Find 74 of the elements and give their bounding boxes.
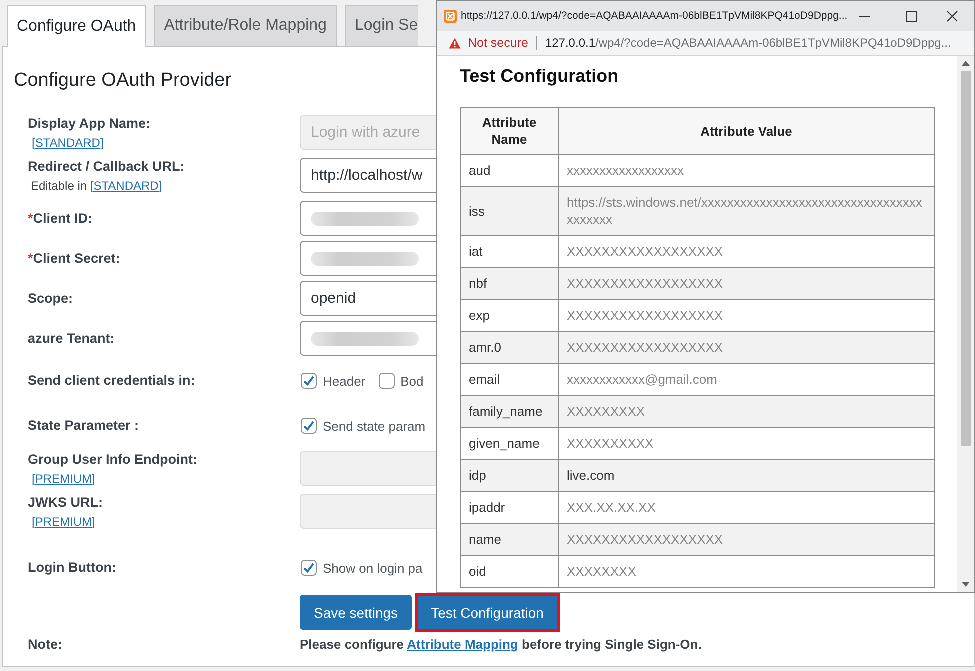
tab[interactable]: Attribute/Role Mapping — [154, 5, 337, 46]
note-label: Note: — [28, 636, 62, 654]
checkbox[interactable] — [301, 373, 317, 389]
attribute-name-cell: name — [460, 524, 558, 556]
attribute-name-cell: oid — [460, 556, 558, 588]
input-field[interactable]: openid — [300, 281, 436, 316]
close-icon[interactable] — [947, 10, 958, 22]
attribute-name-cell: nbf — [460, 268, 558, 300]
field-label: azure Tenant: — [28, 330, 115, 348]
attribute-mapping-link[interactable]: Attribute Mapping — [407, 637, 518, 652]
field-label: State Parameter : — [28, 417, 140, 435]
checkbox-label: Header — [323, 374, 366, 388]
attribute-value-cell: XXXXXXXX — [558, 556, 934, 588]
attribute-name-cell: family_name — [460, 396, 558, 428]
attribute-name-cell: ipaddr — [460, 492, 558, 524]
attribute-name-cell: amr.0 — [460, 332, 558, 364]
field-label: Display App Name: — [28, 115, 151, 133]
tab[interactable]: Login Se — [344, 5, 418, 46]
scroll-down-icon[interactable] — [962, 582, 970, 587]
checkbox-label: Bod — [400, 374, 424, 388]
attribute-value-cell: xxxxxxxxxxxx@gmail.com — [558, 364, 934, 396]
tab[interactable]: Configure OAuth — [7, 5, 146, 47]
maximize-icon[interactable] — [906, 10, 917, 22]
field-label: JWKS URL: — [28, 494, 103, 512]
warning-icon — [449, 38, 461, 48]
checkbox[interactable] — [301, 418, 317, 434]
input-field[interactable] — [300, 321, 436, 356]
address-field[interactable]: 127.0.0.1/wp4/?code=AQABAAIAAAAm-06blBE1TpVMil8KPQ41oD9Dppg... — [545, 36, 952, 50]
attribute-name-cell: iat — [460, 236, 558, 268]
attribute-value-cell: XXX.XX.XX.XX — [558, 492, 934, 524]
note-text: Please configure Attribute Mapping before trying Single Sign-On. — [300, 636, 702, 654]
attribute-value-cell: XXXXXXXXXXXXXXXXXX — [558, 300, 934, 332]
field-label: Redirect / Callback URL: — [28, 158, 185, 176]
popup-heading: Test Configuration — [460, 65, 620, 87]
security-status: Not secure — [468, 36, 528, 50]
attribute-value-cell: XXXXXXXXXXXXXXXXXX — [558, 236, 934, 268]
attribute-value-cell: xxxxxxxxxxxxxxxxxx — [558, 154, 934, 186]
input-field[interactable]: http://localhost/w — [300, 158, 436, 193]
checkbox[interactable] — [378, 373, 395, 389]
checkbox-label: Show on login pa — [323, 560, 423, 576]
checkbox-label: Send state param — [323, 418, 426, 434]
column-header: Attribute Name — [460, 108, 558, 154]
attribute-value-cell: XXXXXXXXXXXXXXXXXX — [558, 268, 934, 300]
attribute-name-cell: email — [460, 364, 558, 396]
checkbox[interactable] — [301, 560, 317, 576]
action-button[interactable]: Test Configuration — [415, 593, 560, 632]
window-title: https://127.0.0.1/wp4/?code=AQABAAIAAAAm-06blBE1TpVMil8KPQ41oD9Dppg... — [461, 10, 848, 22]
attribute-name-cell: iss — [460, 186, 558, 236]
plan-link[interactable]: [STANDARD] — [90, 179, 162, 193]
panel-title: Configure OAuth Provider — [14, 69, 233, 93]
attribute-value-cell: live.com — [558, 460, 934, 492]
attribute-name-cell: exp — [460, 300, 558, 332]
site-icon — [444, 10, 457, 22]
attribute-name-cell: given_name — [460, 428, 558, 460]
field-label: *Client ID: — [28, 210, 93, 228]
scroll-up-icon[interactable] — [962, 61, 970, 66]
input-field[interactable] — [300, 201, 436, 236]
column-header: Attribute Value — [558, 108, 934, 154]
attribute-name-cell: aud — [460, 154, 558, 186]
attribute-value-cell: XXXXXXXXXXXXXXXXXX — [558, 332, 934, 364]
field-label: Scope: — [28, 290, 74, 308]
field-label: Send client credentials in: — [28, 372, 196, 390]
field-label: *Client Secret: — [28, 250, 120, 268]
attribute-value-cell: XXXXXXXXXXXXXXXXXX — [558, 524, 934, 556]
attribute-name-cell: idp — [460, 460, 558, 492]
field-label: Group User Info Endpoint: — [28, 451, 198, 469]
field-label: Login Button: — [28, 559, 116, 577]
attribute-value-cell: XXXXXXXXX — [558, 396, 934, 428]
attribute-value-cell: https://sts.windows.net/xxxxxxxxxxxxxxxxxxxxxxxxxxxxxxxxxxxxxxxxx — [558, 186, 934, 236]
input-field[interactable] — [300, 241, 436, 276]
action-button[interactable]: Save settings — [300, 595, 412, 630]
attribute-value-cell: XXXXXXXXXX — [558, 428, 934, 460]
scrollbar-thumb[interactable] — [960, 71, 970, 446]
field-note: Editable in [STANDARD] — [30, 178, 162, 195]
